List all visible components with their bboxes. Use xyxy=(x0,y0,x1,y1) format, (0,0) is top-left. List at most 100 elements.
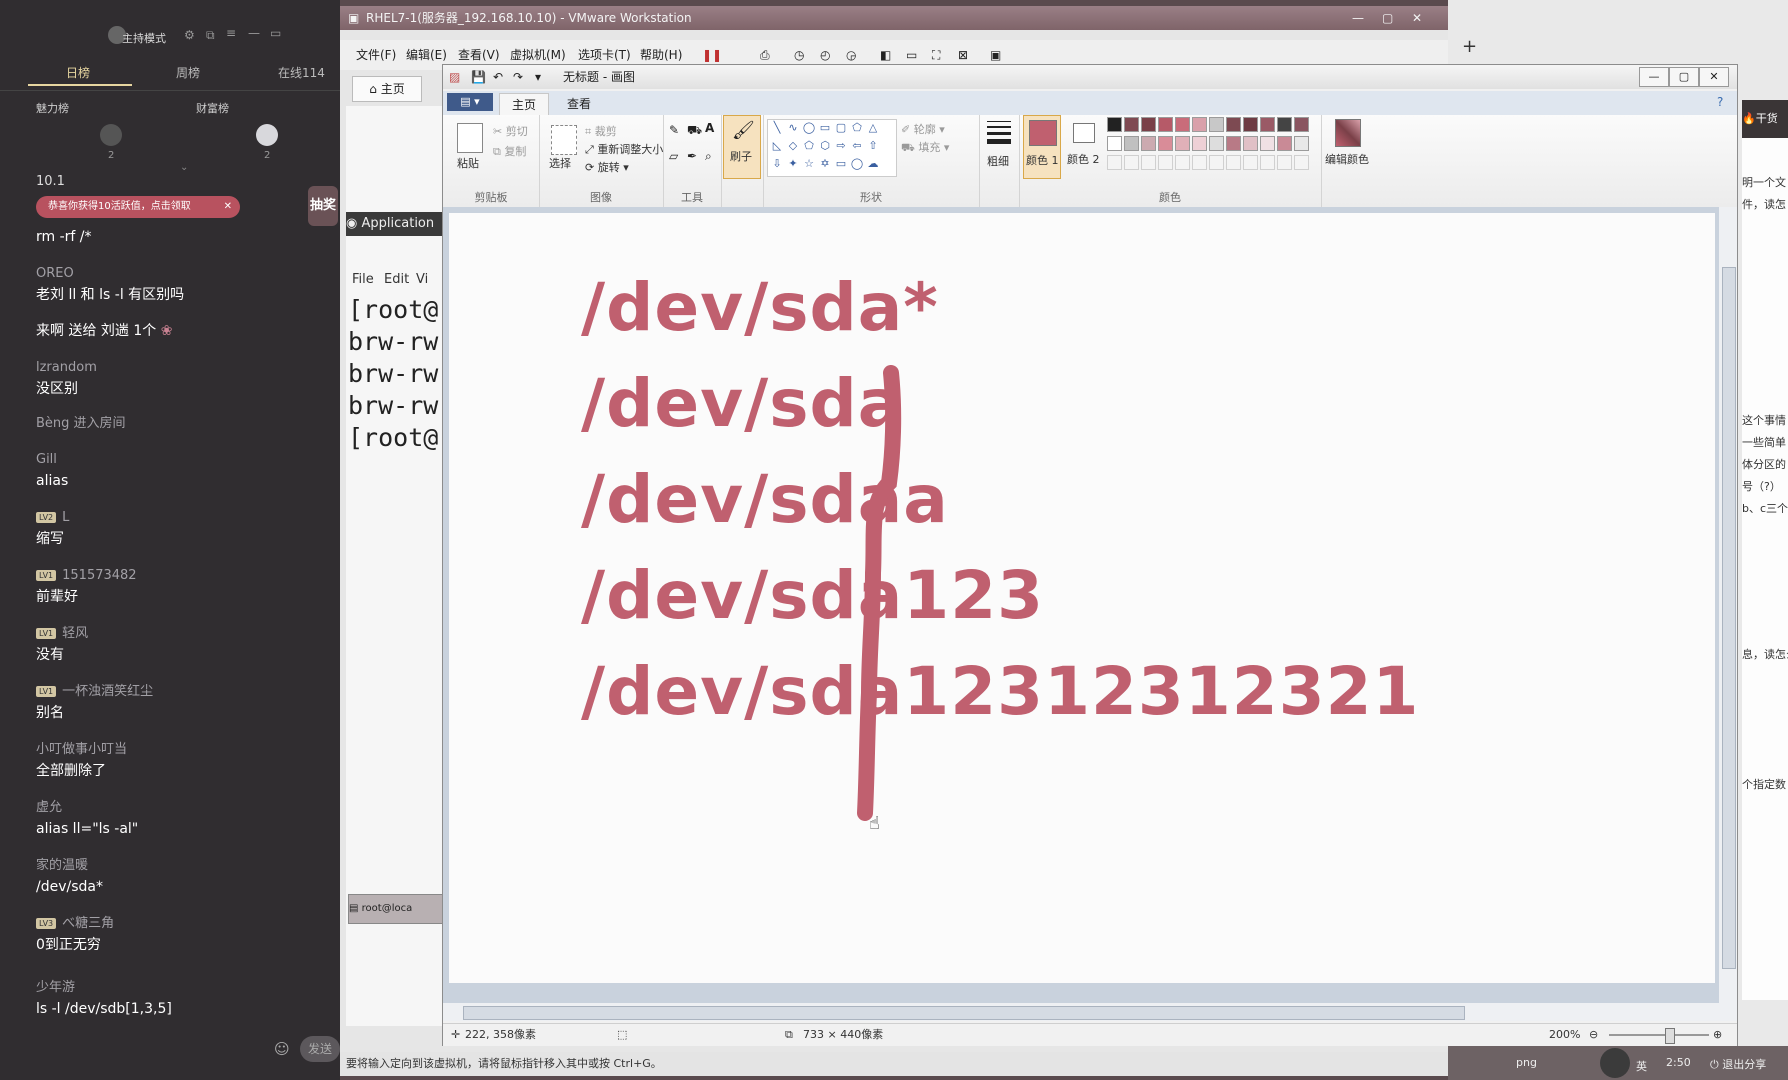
palette-swatch[interactable] xyxy=(1141,117,1156,132)
zoom-out-icon[interactable]: ⊖ xyxy=(1589,1024,1598,1046)
emoji-icon[interactable]: ☺ xyxy=(274,1040,290,1058)
save-icon[interactable]: 💾 xyxy=(471,65,486,89)
color-wheel-icon[interactable] xyxy=(1335,119,1361,147)
cut-button[interactable]: ✂ 剪切 xyxy=(493,123,528,139)
maximize-icon[interactable]: ▭ xyxy=(270,26,281,40)
lottery-badge[interactable]: 抽奖 xyxy=(308,186,338,226)
new-tab-icon[interactable]: + xyxy=(1462,36,1477,57)
undo-icon[interactable]: ↶ xyxy=(493,65,503,89)
menu-edit[interactable]: 编辑(E) xyxy=(406,40,447,70)
avatar[interactable] xyxy=(100,124,122,146)
palette-empty-slot[interactable] xyxy=(1260,155,1275,170)
maximize-icon[interactable]: ▢ xyxy=(1382,6,1393,30)
text-tool-icon[interactable]: A xyxy=(705,121,714,135)
chevron-down-icon[interactable]: ▾ xyxy=(535,65,541,89)
message-author[interactable]: LV1 151573482 xyxy=(36,566,326,586)
palette-empty-slot[interactable] xyxy=(1175,155,1190,170)
ime-indicator[interactable]: 英 xyxy=(1636,1058,1647,1074)
guest-screen[interactable] xyxy=(346,106,446,1026)
tab-weekly[interactable]: 周榜 xyxy=(176,64,200,81)
redo-icon[interactable]: ↷ xyxy=(513,65,523,89)
palette-swatch[interactable] xyxy=(1141,136,1156,151)
polygon-shape-icon[interactable]: ⬠ xyxy=(850,122,864,134)
size-button[interactable]: 粗细 xyxy=(987,153,1009,169)
guest-taskbar-item[interactable]: ▤ root@loca xyxy=(348,894,446,924)
send-button[interactable]: 发送 xyxy=(300,1036,340,1062)
palette-swatch[interactable] xyxy=(1209,117,1224,132)
chevron-down-icon[interactable]: ⌄ xyxy=(180,162,188,173)
message-author[interactable]: 虚允 xyxy=(36,798,326,818)
zoom-slider-thumb[interactable] xyxy=(1665,1028,1675,1044)
color2-button[interactable]: 颜色 2 xyxy=(1065,115,1101,177)
minimize-icon[interactable]: — xyxy=(248,26,260,40)
terminal-menu-view[interactable]: Vi xyxy=(416,272,428,287)
palette-swatch[interactable] xyxy=(1226,117,1241,132)
tab-home[interactable]: ⌂ 主页 xyxy=(352,76,422,102)
close-button[interactable]: ✕ xyxy=(1699,67,1729,87)
help-icon[interactable]: ? xyxy=(1717,95,1723,109)
pentagon-shape-icon[interactable]: ⬠ xyxy=(802,140,816,152)
palette-swatch[interactable] xyxy=(1124,136,1139,151)
palette-swatch[interactable] xyxy=(1192,136,1207,151)
charm-rank-label[interactable]: 魅力榜 xyxy=(36,100,69,116)
oval-callout-shape-icon[interactable]: ◯ xyxy=(850,158,864,170)
palette-empty-slot[interactable] xyxy=(1226,155,1241,170)
palette-swatch[interactable] xyxy=(1243,117,1258,132)
stop-share-button[interactable]: ⏻ 退出分享 xyxy=(1710,1056,1766,1072)
rectangle-shape-icon[interactable]: ▭ xyxy=(818,122,832,134)
diamond-shape-icon[interactable]: ◇ xyxy=(786,140,800,152)
rotate-button[interactable]: ⟳ 旋转 ▾ xyxy=(585,159,629,175)
palette-swatch[interactable] xyxy=(1294,117,1309,132)
zoom-in-icon[interactable]: ⊕ xyxy=(1713,1024,1722,1046)
hexagon-shape-icon[interactable]: ⬡ xyxy=(818,140,832,152)
palette-swatch[interactable] xyxy=(1294,136,1309,151)
message-author[interactable]: LV2 L xyxy=(36,508,326,528)
palette-swatch[interactable] xyxy=(1158,136,1173,151)
six-point-star-shape-icon[interactable]: ✡ xyxy=(818,158,832,170)
size-icon[interactable] xyxy=(987,121,1011,144)
copy-button[interactable]: ⧉ 复制 xyxy=(493,143,526,159)
palette-swatch[interactable] xyxy=(1243,136,1258,151)
palette-swatch[interactable] xyxy=(1175,136,1190,151)
line-shape-icon[interactable]: ╲ xyxy=(770,122,784,134)
palette-empty-slot[interactable] xyxy=(1209,155,1224,170)
close-icon[interactable]: ✕ xyxy=(224,196,232,218)
shapes-gallery[interactable]: ╲ ∿ ◯ ▭ ▢ ⬠ △ ◺ ◇ ⬠ ⬡ ⇨ ⇦ ⇧ ⇩ ✦ ☆ ✡ ▭ ◯ xyxy=(767,119,897,177)
tab-online[interactable]: 在线114 xyxy=(278,64,325,81)
horizontal-scrollbar[interactable] xyxy=(443,1003,1719,1021)
tab-home[interactable]: 主页 xyxy=(499,93,550,116)
palette-swatch[interactable] xyxy=(1124,117,1139,132)
message-author[interactable]: LV1 一杯浊酒笑红尘 xyxy=(36,682,326,702)
callout-shape-icon[interactable]: ▭ xyxy=(834,158,848,170)
right-triangle-shape-icon[interactable]: ◺ xyxy=(770,140,784,152)
five-point-star-shape-icon[interactable]: ☆ xyxy=(802,158,816,170)
crop-button[interactable]: ⌗ 裁剪 xyxy=(585,123,617,139)
palette-swatch[interactable] xyxy=(1277,136,1292,151)
palette-empty-slot[interactable] xyxy=(1158,155,1173,170)
message-author[interactable]: 小叮做事小叮当 xyxy=(36,740,326,760)
paste-icon[interactable] xyxy=(457,123,483,153)
minimize-button[interactable]: — xyxy=(1639,67,1669,87)
palette-swatch[interactable] xyxy=(1209,136,1224,151)
message-author[interactable]: lzrandom xyxy=(36,358,326,378)
palette-empty-slot[interactable] xyxy=(1192,155,1207,170)
four-point-star-shape-icon[interactable]: ✦ xyxy=(786,158,800,170)
edit-colors-button[interactable]: 编辑颜色 xyxy=(1325,151,1369,167)
vertical-scrollbar[interactable] xyxy=(1719,207,1737,1021)
palette-swatch[interactable] xyxy=(1226,136,1241,151)
avatar[interactable] xyxy=(1600,1048,1630,1078)
popout-icon[interactable]: ⧉ xyxy=(206,28,215,43)
palette-empty-slot[interactable] xyxy=(1124,155,1139,170)
fill-button[interactable]: ⛟ 填充 ▾ xyxy=(901,139,949,156)
triangle-shape-icon[interactable]: △ xyxy=(866,122,880,134)
right-arrow-shape-icon[interactable]: ⇨ xyxy=(834,140,848,152)
brushes-button[interactable]: 🖌 刷子 xyxy=(723,115,761,179)
drawing-canvas[interactable]: /dev/sda* /dev/sda /dev/sdaa /dev/sda123… xyxy=(449,213,1715,983)
palette-swatch[interactable] xyxy=(1260,136,1275,151)
host-mode-label[interactable]: 主持模式 xyxy=(122,30,166,46)
message-author[interactable]: 少年游 xyxy=(36,978,326,998)
palette-swatch[interactable] xyxy=(1107,117,1122,132)
color-picker-icon[interactable]: ✒ xyxy=(687,149,697,163)
oval-shape-icon[interactable]: ◯ xyxy=(802,122,816,134)
select-icon[interactable] xyxy=(551,125,577,155)
